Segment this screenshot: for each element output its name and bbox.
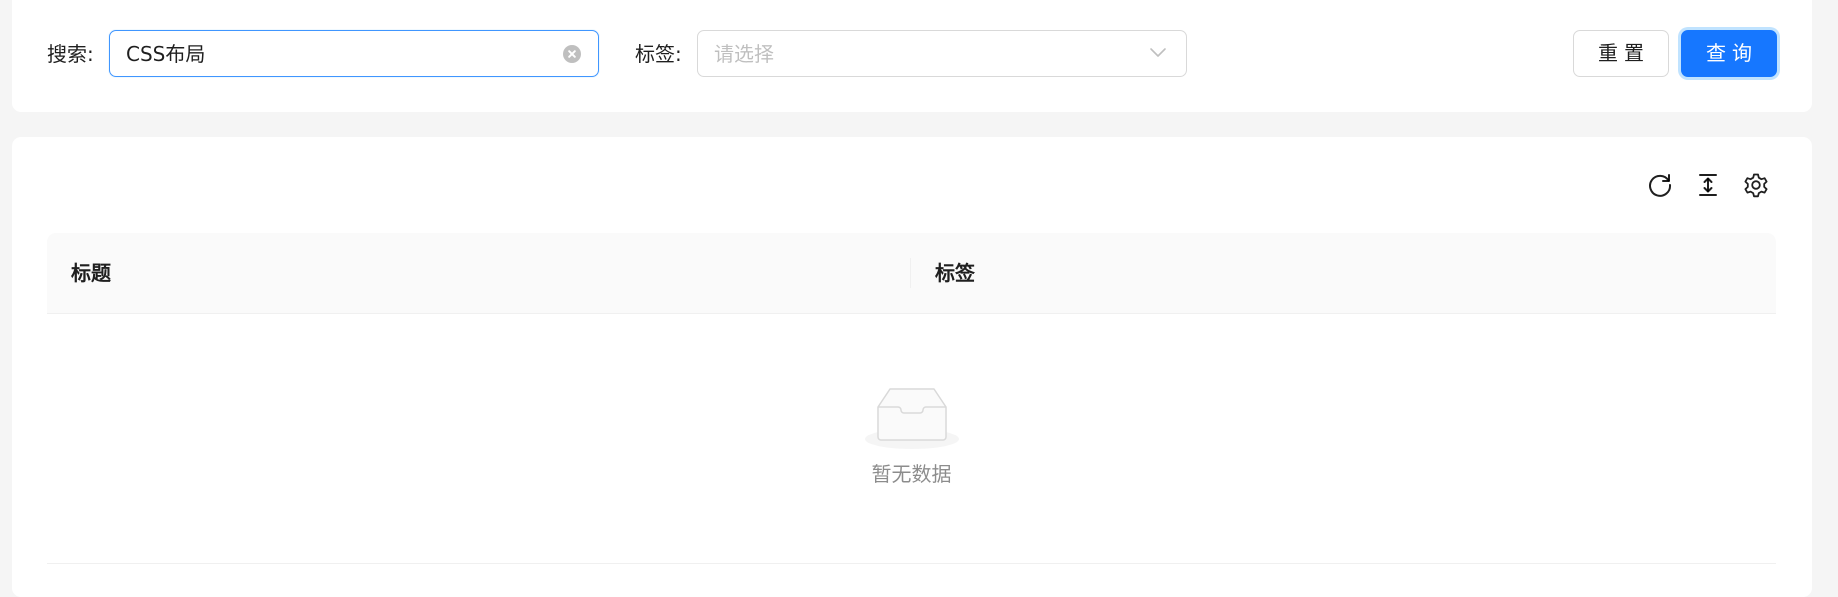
data-table: 标题 标签 暂无数据: [47, 233, 1776, 564]
tag-select-placeholder: 请选择: [714, 42, 774, 66]
table-card: 标题 标签 暂无数据: [12, 137, 1812, 597]
reset-button[interactable]: 重置: [1573, 30, 1669, 77]
column-header-title: 标题: [71, 261, 111, 285]
search-input-value: CSS布局: [126, 42, 206, 66]
reload-icon[interactable]: [1646, 171, 1674, 199]
setting-icon[interactable]: [1742, 171, 1770, 199]
column-divider: [910, 258, 911, 288]
empty-text: 暂无数据: [871, 462, 952, 486]
empty-inbox-icon: [865, 388, 959, 449]
clear-icon[interactable]: [563, 45, 581, 63]
tag-label: 标签:: [635, 42, 682, 66]
table-header: 标题 标签: [47, 233, 1776, 314]
search-input[interactable]: CSS布局: [109, 30, 599, 77]
chevron-down-icon: [1150, 48, 1166, 57]
table-body: 暂无数据: [47, 314, 1776, 564]
column-height-icon[interactable]: [1694, 171, 1722, 199]
query-button[interactable]: 查询: [1681, 30, 1777, 77]
search-form-card: 搜索: CSS布局 标签: 请选择 重置 查询: [12, 0, 1812, 112]
column-header-tag: 标签: [935, 261, 975, 285]
search-label: 搜索:: [47, 42, 94, 66]
tag-select[interactable]: 请选择: [697, 30, 1187, 77]
